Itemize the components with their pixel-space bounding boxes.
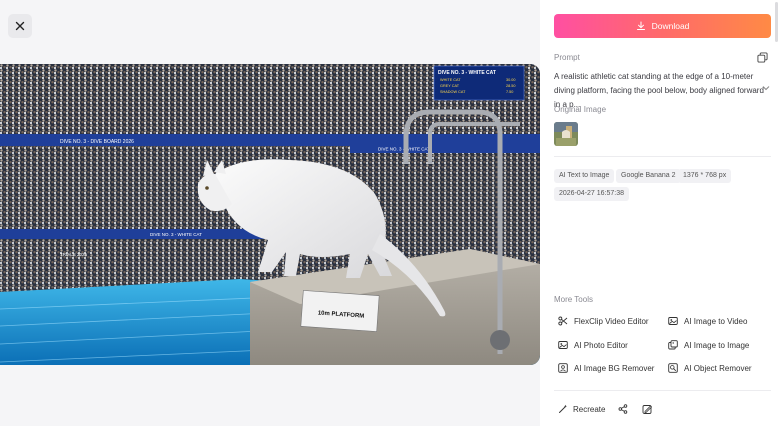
edit-image-button[interactable] — [641, 403, 653, 415]
action-row: Recreate — [558, 403, 653, 415]
object-remove-icon — [668, 363, 678, 373]
download-button[interactable]: Download — [554, 14, 771, 38]
tag-model: Google Banana 2 — [616, 169, 681, 183]
image-video-icon — [668, 317, 678, 325]
tool-ai-object-remover[interactable]: AI Object Remover — [668, 363, 752, 373]
image-image-icon — [668, 340, 678, 350]
tool-ai-image-bg-remover[interactable]: AI Image BG Remover — [558, 363, 654, 373]
photo-edit-icon — [558, 341, 568, 349]
tool-flexclip-video-editor[interactable]: FlexClip Video Editor — [558, 316, 649, 326]
ad-left-text: TRIALS 2026 — [60, 252, 88, 257]
close-button[interactable] — [8, 14, 32, 38]
scoreboard-row-1-score: 30.00 — [506, 78, 516, 82]
details-panel: Download Prompt A realistic athletic cat… — [540, 0, 780, 426]
copy-icon[interactable] — [757, 52, 768, 63]
prompt-label: Prompt — [554, 53, 580, 62]
tool-label: AI Image to Image — [684, 340, 750, 350]
download-label: Download — [651, 21, 690, 31]
tool-label: AI Image BG Remover — [574, 363, 655, 373]
panel-scrollbar[interactable] — [775, 2, 778, 42]
recreate-label: Recreate — [573, 404, 606, 414]
divider — [554, 156, 771, 157]
generated-image: DIVE NO. 3 - DIVE BOARD 2026 DIVE NO. 3 … — [0, 64, 540, 365]
close-icon — [15, 21, 25, 31]
tag-generation-type: AI Text to Image — [554, 169, 615, 183]
magic-wand-icon — [559, 404, 567, 413]
scoreboard-title: DIVE NO. 3 - WHITE CAT — [438, 70, 496, 76]
original-image-label: Original Image — [554, 105, 607, 114]
preview-area: DIVE NO. 3 - DIVE BOARD 2026 DIVE NO. 3 … — [0, 0, 540, 426]
tag-resolution: 1376 * 768 px — [678, 169, 732, 183]
scoreboard-row-2-name: GREY CAT — [440, 84, 460, 88]
tag-timestamp: 2026-04-27 16:57:38 — [554, 187, 629, 201]
scoreboard-row-1-name: WHITE CAT — [440, 78, 461, 82]
edit-image-icon — [642, 404, 653, 414]
divider — [554, 390, 771, 391]
tool-ai-photo-editor[interactable]: AI Photo Editor — [558, 340, 628, 350]
tool-ai-image-to-video[interactable]: AI Image to Video — [668, 316, 747, 326]
tool-label: AI Photo Editor — [574, 340, 628, 350]
banner-left-text: DIVE NO. 3 - DIVE BOARD 2026 — [60, 139, 134, 145]
bg-remove-icon — [558, 363, 568, 373]
share-button[interactable] — [617, 403, 629, 415]
tool-label: AI Image to Video — [684, 316, 748, 326]
original-image-thumbnail[interactable] — [554, 122, 578, 146]
scoreboard-row-2-score: 28.50 — [506, 84, 516, 88]
more-tools-label: More Tools — [554, 295, 593, 304]
tool-label: FlexClip Video Editor — [574, 316, 649, 326]
tool-label: AI Object Remover — [684, 363, 752, 373]
share-icon — [619, 404, 628, 414]
tool-ai-image-to-image[interactable]: AI Image to Image — [668, 340, 749, 350]
scoreboard-row-3-name: SHADOW CAT — [440, 90, 466, 94]
scissors-icon — [558, 316, 568, 326]
download-icon — [636, 21, 645, 30]
chevron-down-icon[interactable] — [762, 84, 770, 92]
banner-mid-text: DIVE NO. 3 - WHITE CAT — [150, 232, 202, 237]
recreate-button[interactable]: Recreate — [558, 404, 605, 414]
scoreboard-row-3-score: 7.50 — [506, 90, 513, 94]
